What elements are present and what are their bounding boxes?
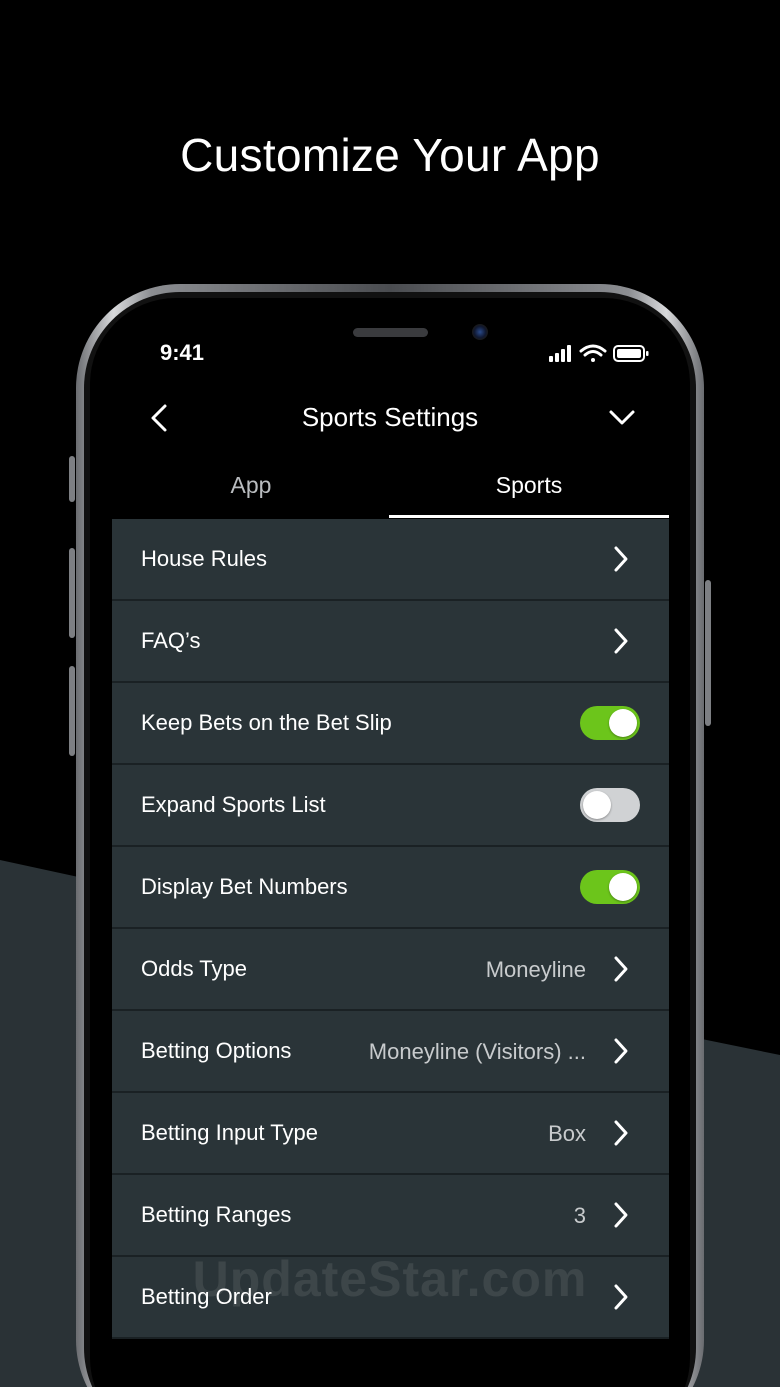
status-icons — [549, 344, 649, 362]
chevron-right-icon — [614, 1284, 628, 1310]
row-label: Betting Options — [141, 1038, 292, 1063]
active-tab-indicator — [389, 515, 669, 518]
row-value: Box — [548, 1121, 586, 1146]
volume-down-button — [69, 666, 75, 756]
row-label: Betting Input Type — [141, 1120, 318, 1145]
toggle-knob — [609, 873, 637, 901]
chevron-right-icon — [614, 1038, 628, 1064]
battery-icon — [613, 345, 649, 362]
row-betting-options[interactable]: Betting Options Moneyline (Visitors) ... — [112, 1011, 669, 1093]
display-bet-numbers-toggle[interactable] — [580, 870, 640, 904]
settings-list: House Rules FAQ’s Keep Bets on the Bet S… — [112, 519, 669, 1339]
power-button — [705, 580, 711, 726]
chevron-right-icon — [614, 546, 628, 572]
headline: Customize Your App — [180, 129, 600, 181]
row-house-rules[interactable]: House Rules — [112, 519, 669, 601]
mute-switch — [69, 456, 75, 502]
row-betting-order[interactable]: Betting Order — [112, 1257, 669, 1339]
row-value: Moneyline (Visitors) ... — [368, 1039, 586, 1064]
chevron-right-icon — [614, 1120, 628, 1146]
row-value: Moneyline — [485, 957, 586, 982]
cellular-signal-icon — [549, 345, 571, 362]
keep-bets-toggle[interactable] — [580, 706, 640, 740]
chevron-right-icon — [614, 1202, 628, 1228]
row-keep-bets: Keep Bets on the Bet Slip — [112, 683, 669, 765]
front-camera — [472, 324, 488, 340]
volume-up-button — [69, 548, 75, 638]
app-store-screenshot: Customize Your App 9:41 Sports Settings … — [0, 0, 780, 1387]
tab-app[interactable]: App — [112, 472, 390, 499]
toggle-knob — [609, 709, 637, 737]
chevron-right-icon — [614, 956, 628, 982]
row-label: House Rules — [141, 546, 267, 571]
row-label: Odds Type — [141, 956, 247, 981]
row-betting-input-type[interactable]: Betting Input Type Box — [112, 1093, 669, 1175]
wifi-icon — [579, 344, 607, 362]
chevron-right-icon — [614, 628, 628, 654]
row-odds-type[interactable]: Odds Type Moneyline — [112, 929, 669, 1011]
row-faqs[interactable]: FAQ’s — [112, 601, 669, 683]
row-display-bet-numbers: Display Bet Numbers — [112, 847, 669, 929]
status-time: 9:41 — [160, 340, 205, 365]
row-label: Display Bet Numbers — [141, 874, 348, 899]
earpiece-speaker — [353, 328, 428, 337]
row-label: Keep Bets on the Bet Slip — [141, 710, 392, 735]
row-betting-ranges[interactable]: Betting Ranges 3 — [112, 1175, 669, 1257]
page-title: Sports Settings — [301, 402, 479, 432]
row-value: 3 — [573, 1203, 586, 1228]
row-label: Betting Ranges — [141, 1202, 292, 1227]
toggle-knob — [583, 791, 611, 819]
tab-sports[interactable]: Sports — [390, 472, 668, 499]
chevron-down-icon[interactable] — [604, 400, 640, 436]
expand-sports-list-toggle[interactable] — [580, 788, 640, 822]
row-expand-sports-list: Expand Sports List — [112, 765, 669, 847]
chevron-left-icon[interactable] — [144, 400, 176, 436]
row-label: Expand Sports List — [141, 792, 326, 817]
row-label: FAQ’s — [141, 628, 201, 653]
row-label: Betting Order — [141, 1284, 272, 1309]
